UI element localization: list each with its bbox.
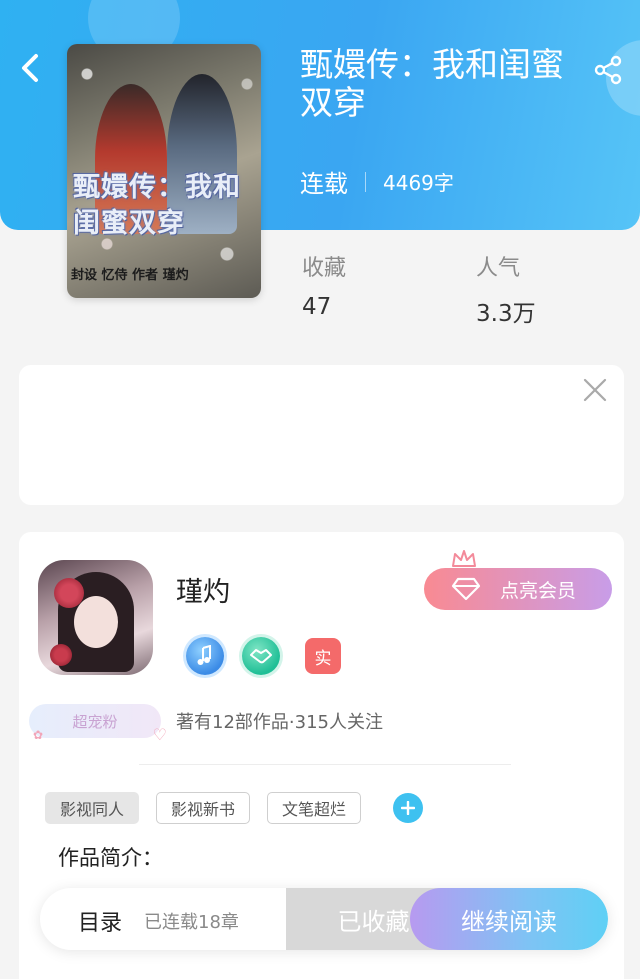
avatar-flower	[50, 644, 72, 666]
heart-icon: ♡	[152, 725, 167, 744]
favorites-stat: 收藏 47	[302, 250, 346, 320]
avatar-flower	[54, 578, 84, 608]
book-status-row: 连载 4469字	[300, 164, 454, 199]
avatar-face	[74, 596, 118, 648]
cover-credit: 封设 忆侍 作者 瑾灼	[71, 268, 189, 283]
tag[interactable]: 影视同人	[45, 792, 140, 824]
diamond-icon	[448, 574, 484, 604]
popularity-value: 3.3万	[476, 301, 536, 327]
music-note-icon	[197, 645, 211, 665]
divider	[139, 764, 511, 765]
chevron-left-icon	[22, 54, 38, 82]
favorites-label: 收藏	[302, 256, 347, 281]
author-meta: 著有12部作品·315人关注	[176, 712, 383, 733]
book-title: 甄嬛传：我和闺蜜双穿	[300, 45, 564, 122]
chapter-count: 已连载18章	[144, 912, 239, 933]
serial-status: 连载	[300, 170, 348, 198]
popularity-stat: 人气 3.3万	[476, 250, 536, 328]
close-icon	[583, 378, 607, 402]
real-name-badge[interactable]: 实	[305, 638, 341, 674]
fan-badge[interactable]: ✿ 超宠粉 ♡	[29, 704, 167, 744]
handshake-icon	[250, 649, 272, 664]
sparkle-icon: ✿	[33, 728, 44, 742]
share-button[interactable]	[586, 50, 630, 90]
word-count: 4469字	[383, 171, 454, 195]
divider	[365, 171, 366, 192]
book-cover[interactable]: 甄嬛传：我和闺蜜双穿 封设 忆侍 作者 瑾灼	[67, 44, 261, 298]
music-badge[interactable]	[186, 637, 224, 675]
crown-icon	[452, 550, 476, 567]
intro-label: 作品简介：	[58, 846, 163, 870]
bottom-action-bar: 目录 已连载18章 已收藏 继续阅读	[40, 888, 608, 950]
share-icon	[594, 55, 622, 85]
author-name[interactable]: 瑾灼	[176, 570, 230, 609]
tag-list: 影视同人 影视新书 文笔超烂	[45, 792, 424, 824]
favorites-value: 47	[302, 294, 332, 320]
vip-button[interactable]: 点亮会员	[424, 568, 612, 610]
tag[interactable]: 文笔超烂	[267, 792, 362, 824]
tag[interactable]: 影视新书	[156, 792, 251, 824]
vip-label: 点亮会员	[500, 579, 577, 602]
ad-close-button[interactable]	[580, 375, 610, 405]
plus-icon	[401, 801, 416, 815]
continue-reading-button[interactable]: 继续阅读	[410, 888, 608, 950]
add-tag-button[interactable]	[393, 793, 424, 823]
cover-title: 甄嬛传：我和闺蜜双穿	[73, 172, 241, 239]
ad-card	[19, 365, 624, 505]
author-avatar[interactable]	[38, 560, 153, 675]
handshake-badge[interactable]	[242, 637, 280, 675]
fan-badge-label: 超宠粉	[72, 712, 118, 731]
toc-button[interactable]: 目录	[78, 905, 122, 937]
back-button[interactable]	[10, 48, 50, 88]
popularity-label: 人气	[476, 256, 521, 281]
